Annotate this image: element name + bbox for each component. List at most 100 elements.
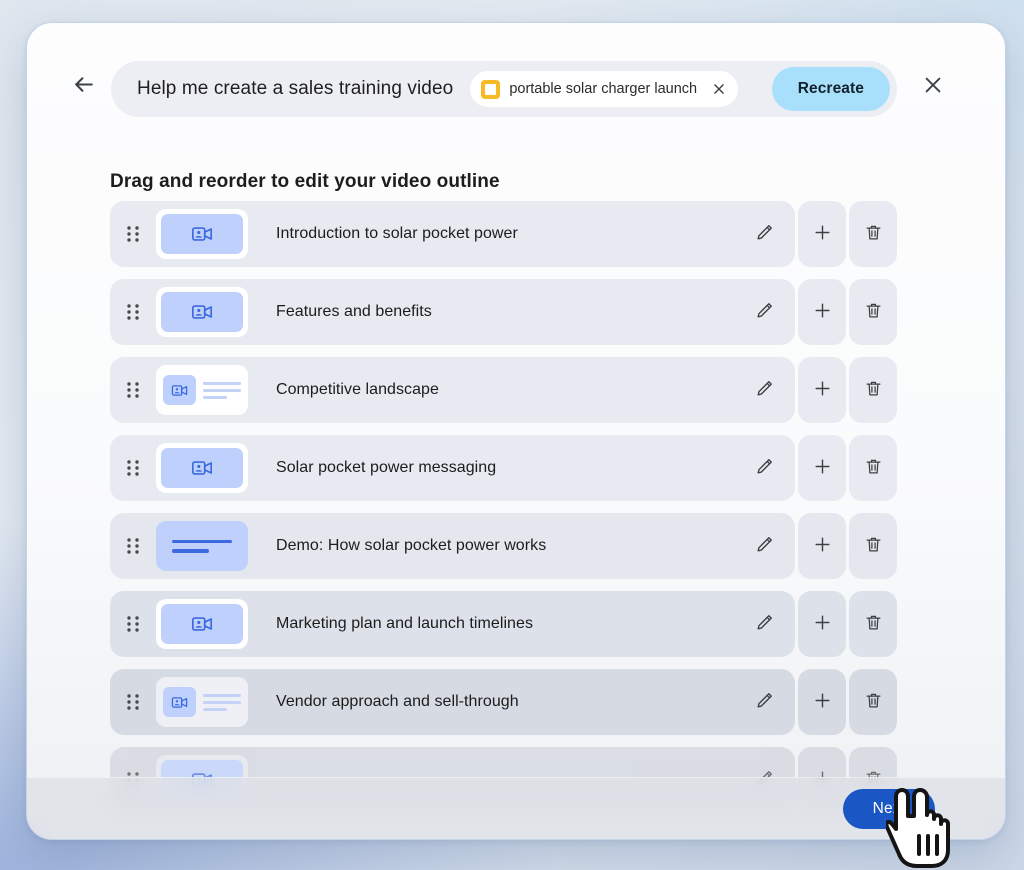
next-button[interactable]: Next	[843, 789, 935, 829]
header-bar: Help me create a sales training video po…	[27, 23, 1006, 143]
video-person-icon	[161, 604, 243, 644]
edit-row-button[interactable]	[747, 217, 781, 251]
drag-handle-icon[interactable]	[110, 357, 156, 423]
pencil-icon	[755, 535, 774, 557]
close-icon	[922, 74, 944, 99]
thumbnail-video	[156, 287, 248, 337]
thumbnail-video-and-text	[156, 677, 248, 727]
plus-icon	[813, 691, 832, 713]
delete-row-button[interactable]	[849, 279, 897, 345]
thumbnail-video-and-text	[156, 365, 248, 415]
drag-handle-icon[interactable]	[110, 669, 156, 735]
plus-icon	[813, 223, 832, 245]
add-row-button[interactable]	[798, 513, 846, 579]
app-window: Help me create a sales training video po…	[26, 22, 1006, 840]
outline-row[interactable]: Competitive landscape	[110, 357, 897, 423]
outline-row-body[interactable]: Competitive landscape	[110, 357, 795, 423]
desktop-background: Help me create a sales training video po…	[0, 0, 1024, 870]
delete-row-button[interactable]	[849, 435, 897, 501]
delete-row-button[interactable]	[849, 591, 897, 657]
drag-handle-icon[interactable]	[110, 591, 156, 657]
plus-icon	[813, 379, 832, 401]
outline-row-title: Marketing plan and launch timelines	[276, 615, 533, 633]
outline-row-title: Solar pocket power messaging	[276, 459, 496, 477]
close-dialog-button[interactable]	[911, 64, 955, 108]
outline-row-title: Competitive landscape	[276, 381, 439, 399]
pencil-icon	[755, 457, 774, 479]
plus-icon	[813, 613, 832, 635]
keep-note-icon	[481, 80, 500, 99]
drag-handle-icon[interactable]	[110, 201, 156, 267]
trash-icon	[864, 457, 883, 479]
edit-row-button[interactable]	[747, 685, 781, 719]
add-row-button[interactable]	[798, 201, 846, 267]
attachment-remove-button[interactable]	[706, 76, 732, 102]
outline-row-body[interactable]: Features and benefits	[110, 279, 795, 345]
outline-row[interactable]: Introduction to solar pocket power	[110, 201, 897, 267]
outline-row[interactable]: Solar pocket power messaging	[110, 435, 897, 501]
outline-row[interactable]: Marketing plan and launch timelines	[110, 591, 897, 657]
outline-row-title: Introduction to solar pocket power	[276, 225, 518, 243]
edit-row-button[interactable]	[747, 451, 781, 485]
add-row-button[interactable]	[798, 357, 846, 423]
outline-row-title: Features and benefits	[276, 303, 432, 321]
thumbnail-video	[156, 599, 248, 649]
arrow-left-icon	[71, 72, 96, 100]
page-title: Drag and reorder to edit your video outl…	[110, 171, 500, 193]
add-row-button[interactable]	[798, 591, 846, 657]
trash-icon	[864, 613, 883, 635]
delete-row-button[interactable]	[849, 201, 897, 267]
outline-row-body[interactable]: Demo: How solar pocket power works	[110, 513, 795, 579]
pencil-icon	[755, 223, 774, 245]
video-person-icon	[163, 687, 196, 717]
pencil-icon	[755, 691, 774, 713]
trash-icon	[864, 535, 883, 557]
prompt-pill[interactable]: Help me create a sales training video po…	[111, 61, 897, 117]
pencil-icon	[755, 379, 774, 401]
outline-row-body[interactable]: Solar pocket power messaging	[110, 435, 795, 501]
outline-list[interactable]: Introduction to solar pocket power Featur…	[27, 201, 1006, 840]
drag-handle-icon[interactable]	[110, 435, 156, 501]
pencil-icon	[755, 301, 774, 323]
add-row-button[interactable]	[798, 279, 846, 345]
video-person-icon	[161, 448, 243, 488]
outline-row[interactable]: Features and benefits	[110, 279, 897, 345]
delete-row-button[interactable]	[849, 669, 897, 735]
edit-row-button[interactable]	[747, 373, 781, 407]
edit-row-button[interactable]	[747, 607, 781, 641]
thumbnail-video	[156, 209, 248, 259]
video-person-icon	[163, 375, 196, 405]
plus-icon	[813, 535, 832, 557]
add-row-button[interactable]	[798, 669, 846, 735]
delete-row-button[interactable]	[849, 513, 897, 579]
footer-bar: Next	[27, 777, 1006, 839]
outline-row-body[interactable]: Vendor approach and sell-through	[110, 669, 795, 735]
trash-icon	[864, 301, 883, 323]
add-row-button[interactable]	[798, 435, 846, 501]
trash-icon	[864, 691, 883, 713]
thumbnail-text-lines	[203, 694, 241, 711]
thumbnail-text-lines	[203, 382, 241, 399]
outline-row[interactable]: Demo: How solar pocket power works	[110, 513, 897, 579]
delete-row-button[interactable]	[849, 357, 897, 423]
drag-handle-icon[interactable]	[110, 279, 156, 345]
edit-row-button[interactable]	[747, 295, 781, 329]
outline-row-title: Vendor approach and sell-through	[276, 693, 519, 711]
back-button[interactable]	[61, 64, 105, 108]
recreate-button[interactable]: Recreate	[772, 67, 890, 111]
edit-row-button[interactable]	[747, 529, 781, 563]
thumbnail-video	[156, 443, 248, 493]
outline-row[interactable]: Vendor approach and sell-through	[110, 669, 897, 735]
plus-icon	[813, 301, 832, 323]
attachment-chip-label: portable solar charger launch	[509, 81, 697, 97]
video-person-icon	[161, 214, 243, 254]
plus-icon	[813, 457, 832, 479]
outline-row-body[interactable]: Introduction to solar pocket power	[110, 201, 795, 267]
trash-icon	[864, 379, 883, 401]
pencil-icon	[755, 613, 774, 635]
attachment-chip[interactable]: portable solar charger launch	[470, 71, 738, 107]
video-person-icon	[161, 292, 243, 332]
drag-handle-icon[interactable]	[110, 513, 156, 579]
outline-row-body[interactable]: Marketing plan and launch timelines	[110, 591, 795, 657]
outline-row-title: Demo: How solar pocket power works	[276, 537, 546, 555]
